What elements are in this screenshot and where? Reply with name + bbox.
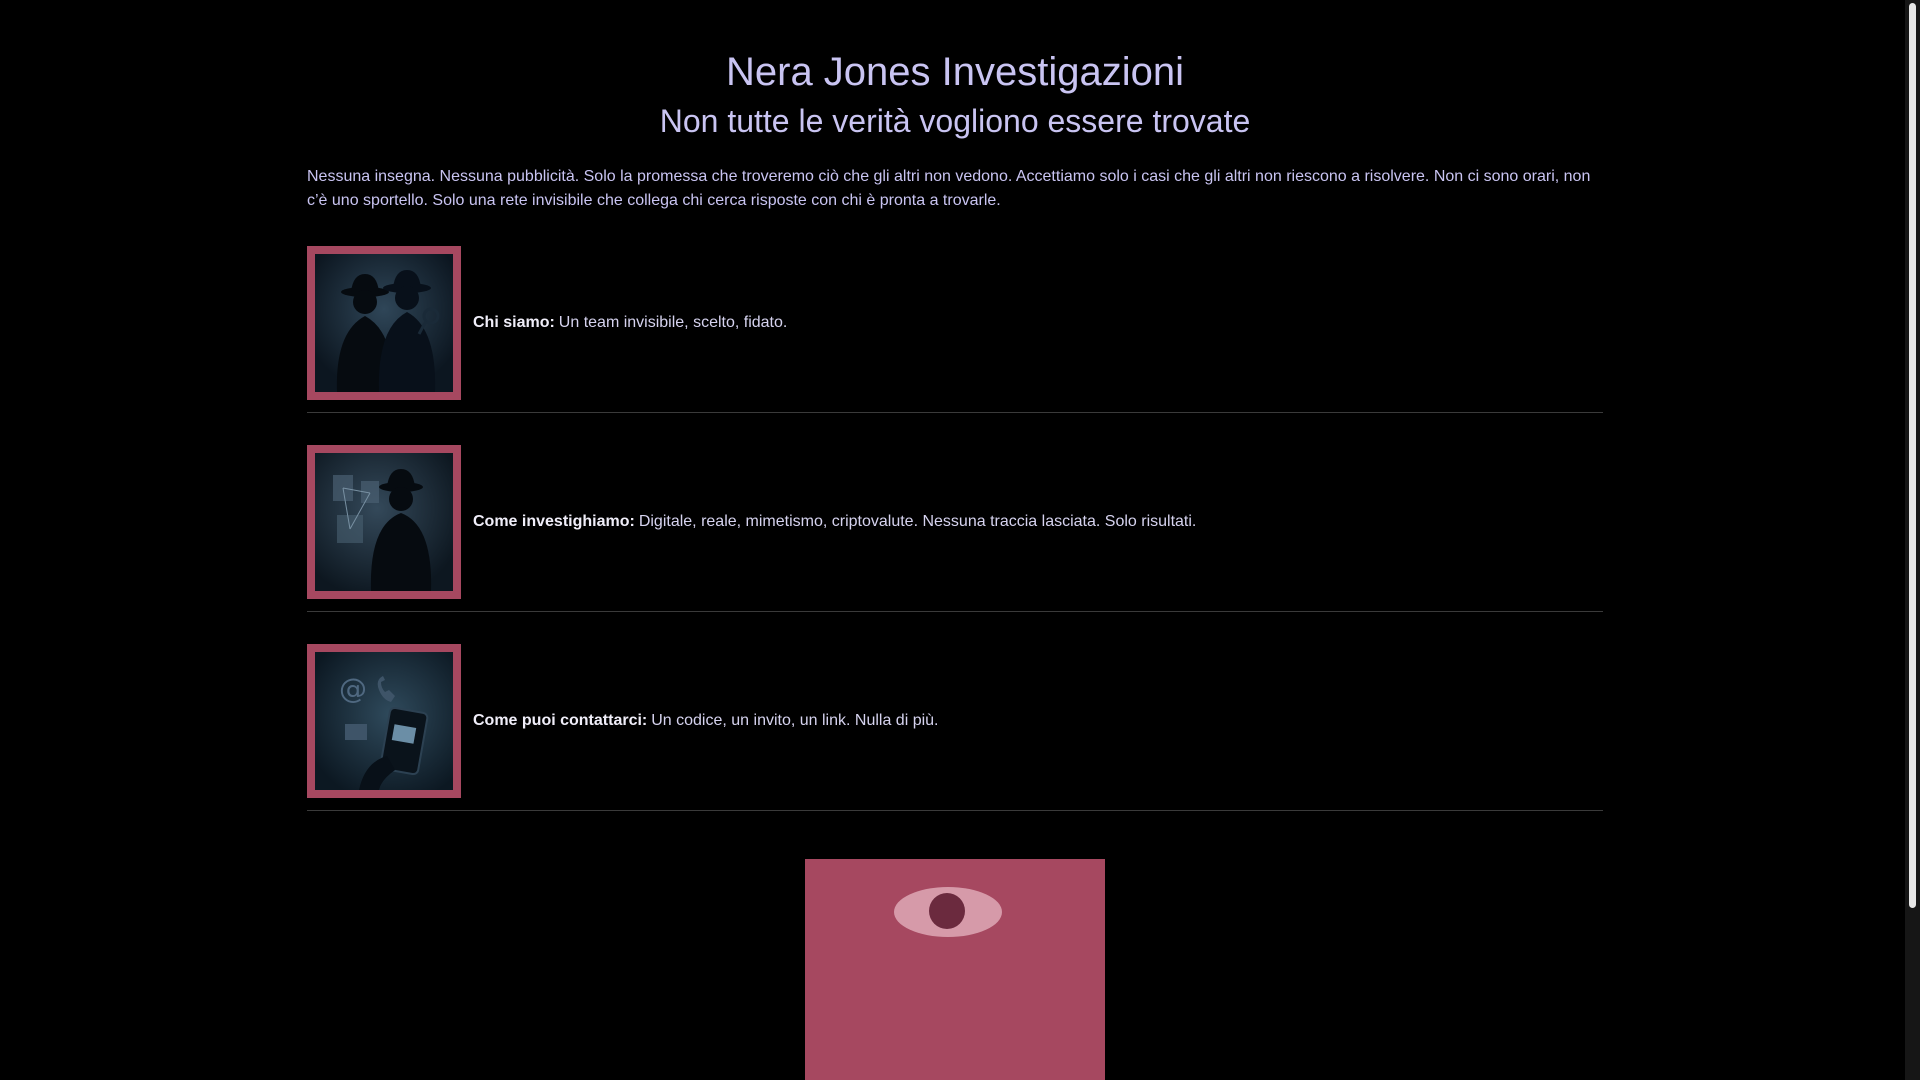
svg-text:@: @ (339, 672, 367, 705)
eye-panel (805, 859, 1105, 1080)
section-description: Digitale, reale, mimetismo, criptovalute… (638, 513, 1197, 530)
scrollbar-thumb[interactable] (1909, 3, 1916, 908)
section-description: Un codice, un invito, un link. Nulla di … (651, 712, 939, 729)
phone-contact-icon: @ (307, 644, 461, 798)
section-come-puoi-contattarci: @ Come puoi contattarci: Un codice, un i… (307, 644, 1603, 811)
eye-icon (894, 887, 1002, 937)
section-label: Come investighiamo: (473, 513, 635, 530)
section-come-investighiamo: Come investighiamo: Digitale, reale, mim… (307, 445, 1603, 612)
section-label: Come puoi contattarci: (473, 712, 648, 729)
section-label: Chi siamo: (473, 314, 555, 331)
section-text: Come puoi contattarci: Un codice, un inv… (473, 644, 939, 798)
section-text: Come investighiamo: Digitale, reale, mim… (473, 445, 1196, 599)
page-title: Nera Jones Investigazioni (725, 50, 1185, 94)
page: Nera Jones Investigazioni Non tutte le v… (0, 0, 1920, 1080)
page-subtitle: Non tutte le verità vogliono essere trov… (659, 103, 1251, 139)
section-chi-siamo: Chi siamo: Un team invisibile, scelto, f… (307, 246, 1603, 413)
section-text: Chi siamo: Un team invisibile, scelto, f… (473, 246, 787, 400)
detectives-silhouette-icon (307, 246, 461, 400)
investigator-evidence-board-icon (307, 445, 461, 599)
intro-paragraph: Nessuna insegna. Nessuna pubblicità. Sol… (307, 168, 1591, 209)
section-description: Un team invisibile, scelto, fidato. (558, 314, 788, 331)
vertical-scrollbar[interactable] (1905, 0, 1920, 1080)
